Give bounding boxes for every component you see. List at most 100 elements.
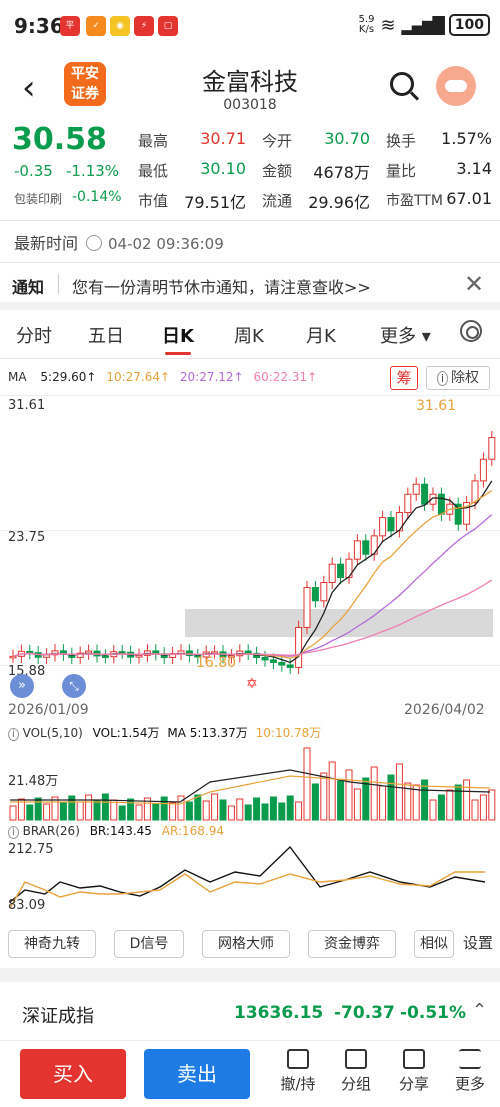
search-icon[interactable] [390,72,414,96]
volume-bar [135,804,143,821]
volume-bar [194,794,202,821]
event-marker-icon[interactable]: ✡ [246,676,258,692]
price-change-pct: -1.13% [66,162,120,180]
tool-capital-game[interactable]: 资金博弈 [308,930,396,958]
vol-legend: i VOL(5,10) VOL:1.54万 MA 5:13.37万 10:10.… [8,724,321,741]
index-ticker[interactable]: 深证成指 13636.15 -70.37 -0.51% ⌃ [0,990,500,1034]
float-label: 流通 [262,192,293,210]
volume-bar [488,789,496,821]
share-button[interactable]: 分享 [384,1049,444,1094]
tab-five-day[interactable]: 五日 [88,322,124,348]
vol-ytick: 21.48万 [8,774,59,789]
group-button[interactable]: 分组 [326,1049,386,1094]
settings-button[interactable]: 设置 [458,930,498,958]
volume-bar [269,796,277,821]
volume-bar [311,783,319,821]
close-icon[interactable]: ✕ [464,270,484,298]
latest-time-value: 04-02 09:36:09 [108,235,224,253]
buy-button[interactable]: 买入 [20,1049,126,1099]
volume-bar [202,800,210,821]
candle-body [479,458,487,482]
volume-bar [379,785,387,821]
candle-body [488,437,496,460]
tool-grid-master[interactable]: 网格大师 [202,930,290,958]
tab-daily-k[interactable]: 日K [162,322,194,348]
volume-ratio-value: 3.14 [456,159,492,178]
candle-body [278,661,286,666]
tool-magic-nine[interactable]: 神奇九转 [8,930,96,958]
tab-monthly-k[interactable]: 月K [306,322,336,348]
notice-tag: 通知 [12,278,45,297]
candle-body [244,650,252,654]
volume-bar [320,772,328,821]
vol-indicator-label[interactable]: VOL(5,10) [23,726,83,740]
kline-chart[interactable] [0,395,500,720]
ex-rights-button[interactable]: i 除权 [426,366,490,390]
candle-body [353,540,361,560]
volume-bar [454,784,462,821]
volume-bar [169,802,177,821]
tool-d-signal[interactable]: D信号 [114,930,184,958]
volume-bar [278,802,286,821]
brar-chart[interactable] [0,842,500,920]
index-value: 13636.15 [234,1003,324,1023]
chevron-up-icon[interactable]: ⌃ [472,1000,487,1021]
sell-button[interactable]: 卖出 [144,1049,250,1099]
candle-body [269,659,277,663]
high-label: 最高 [138,132,169,150]
divider [0,220,500,221]
section-gap [0,968,500,982]
volume-bar [387,774,395,821]
clock-icon [86,235,103,251]
volume-bar [59,802,67,821]
folder-icon [345,1049,367,1069]
price-change: -0.35 [14,162,53,180]
app-icon-5: ▢ [158,16,178,36]
brar-indicator-label[interactable]: BRAR(26) [23,824,80,838]
avatar[interactable] [436,66,476,106]
gear-icon[interactable] [460,320,482,342]
cancel-hold-button[interactable]: 撤/持 [268,1049,328,1094]
status-time: 9:36 [14,14,64,38]
volume-bar [463,779,471,821]
active-tab-indicator [165,352,191,355]
volume-bar [437,794,445,821]
volume-bar [471,799,479,821]
cancel-hold-label: 撤/持 [280,1075,316,1093]
latest-time-row: 最新时间 04-02 09:36:09 [14,230,224,254]
candle-body [311,586,319,602]
chip-distribution-button[interactable]: 筹 [390,366,418,390]
notice-separator [58,274,59,294]
tab-weekly-k[interactable]: 周K [234,322,264,348]
volume-chart[interactable] [0,742,500,822]
tab-more[interactable]: 更多 ▾ [380,322,431,348]
ex-rights-label: 除权 [451,370,480,386]
group-label: 分组 [340,1075,371,1093]
notice-bar[interactable]: 通知 您有一份清明节休市通知，请注意查收>> ✕ [0,270,500,300]
expand-left-icon[interactable]: » [10,674,34,698]
fullscreen-icon[interactable]: ⤡ [62,674,86,698]
chip-band [185,609,493,637]
vol-info-icon[interactable]: i [8,728,19,741]
volume-bar [253,797,261,821]
amount-label: 金额 [262,162,293,180]
cancel-hold-icon [287,1049,309,1069]
candle-body [412,483,420,495]
volume-bar [244,804,252,821]
candle-body [9,655,17,659]
pe-value: 67.01 [446,189,492,208]
status-right: 5.9 K/s ≋ ▂▄▆█ 100 [359,14,490,36]
br-value: BR:143.45 [89,824,152,838]
stock-code: 003018 [223,97,277,113]
volume-bar [395,763,403,821]
brar-legend: i BRAR(26) BR:143.45 AR:168.94 [8,824,224,839]
tool-similar[interactable]: 相似 [414,930,454,958]
brar-info-icon[interactable]: i [8,826,19,839]
ma60-value: 60:22.31↑ [253,370,318,384]
app-icon-4: ⚡ [134,16,154,36]
more-button[interactable]: 更多 [440,1049,500,1094]
sector-label[interactable]: 包装印刷 [14,190,62,207]
tab-intraday[interactable]: 分时 [16,322,52,348]
bottom-action-bar: 买入 卖出 撤/持 分组 分享 更多 [0,1040,500,1107]
notice-text[interactable]: 您有一份清明节休市通知，请注意查收>> [72,274,371,298]
